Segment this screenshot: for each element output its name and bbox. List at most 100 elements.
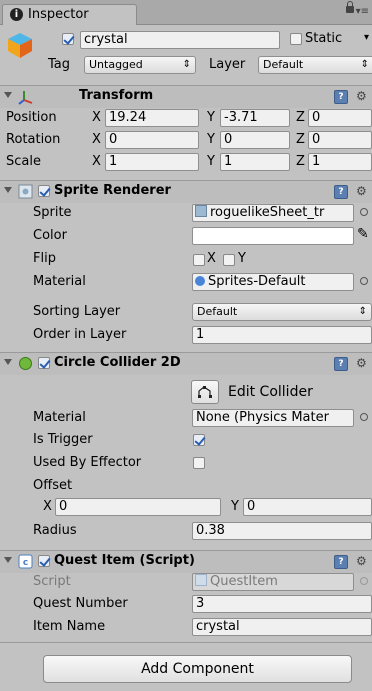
collider-material-label: Material <box>33 410 86 425</box>
svg-text:c: c <box>23 558 28 568</box>
circle-collider-enabled-checkbox[interactable] <box>38 357 50 369</box>
material-label: Material <box>33 274 86 289</box>
help-icon[interactable]: ? <box>334 185 348 199</box>
gameobject-header: crystal Static ▾ Tag Untagged ⇕ Layer Def… <box>0 25 372 85</box>
flip-label: Flip <box>33 251 56 266</box>
gear-icon[interactable]: ⚙ <box>356 184 367 198</box>
radius-field[interactable]: 0.38 <box>192 522 372 540</box>
gameobject-name-field[interactable]: crystal <box>80 31 280 49</box>
position-z-axis: Z <box>296 110 305 125</box>
sorting-layer-label: Sorting Layer <box>33 304 121 319</box>
layer-dropdown[interactable]: Default ⇕ <box>258 56 372 74</box>
transform-title: Transform <box>79 88 154 103</box>
sprite-renderer-body: Sprite roguelikeSheet_tr Color ✎ Flip X … <box>0 203 372 348</box>
quest-item-body: Script QuestItem Quest Number 3 Item Nam… <box>0 573 372 643</box>
script-icon: c <box>18 554 33 569</box>
color-field[interactable] <box>192 227 354 245</box>
collider-material-field[interactable]: None (Physics Mater <box>192 409 354 427</box>
lock-icon[interactable] <box>346 1 354 13</box>
sprite-renderer-header[interactable]: Sprite Renderer ? ⚙ <box>0 180 372 203</box>
sprite-renderer-title: Sprite Renderer <box>54 183 171 198</box>
rotation-x-field[interactable]: 0 <box>105 131 199 149</box>
quest-item-header[interactable]: c Quest Item (Script) ? ⚙ <box>0 550 372 573</box>
chevron-updown-icon: ⇕ <box>182 59 191 70</box>
flip-x-checkbox[interactable] <box>193 254 205 266</box>
material-field[interactable]: Sprites-Default <box>192 273 354 291</box>
gear-icon[interactable]: ⚙ <box>356 554 367 568</box>
static-dropdown-arrow-icon[interactable]: ▾ <box>364 32 369 43</box>
object-picker-icon[interactable] <box>360 208 368 216</box>
is-trigger-checkbox[interactable] <box>193 434 205 446</box>
tag-dropdown[interactable]: Untagged ⇕ <box>84 56 196 74</box>
help-icon[interactable]: ? <box>334 357 348 371</box>
position-x-axis: X <box>92 110 101 125</box>
offset-y-axis: Y <box>231 499 239 514</box>
script-value: QuestItem <box>210 574 278 589</box>
circle-collider-header[interactable]: Circle Collider 2D ? ⚙ <box>0 352 372 375</box>
object-picker-icon[interactable] <box>360 277 368 285</box>
sorting-layer-dropdown[interactable]: Default ⇕ <box>192 303 372 321</box>
flip-y-checkbox[interactable] <box>223 254 235 266</box>
rotation-z-field[interactable]: 0 <box>308 131 372 149</box>
foldout-arrow-icon[interactable] <box>4 557 12 563</box>
material-sphere-icon <box>195 276 205 286</box>
object-picker-icon[interactable] <box>360 413 368 421</box>
transform-header[interactable]: Transform ? ⚙ <box>0 85 372 108</box>
position-z-field[interactable]: 0 <box>308 109 372 127</box>
chevron-updown-icon: ⇕ <box>358 306 367 317</box>
scale-x-field[interactable]: 1 <box>105 153 199 171</box>
menu-icon[interactable]: ▾≡ <box>356 6 369 17</box>
is-trigger-label: Is Trigger <box>33 432 93 447</box>
foldout-arrow-icon[interactable] <box>4 187 12 193</box>
foldout-arrow-icon[interactable] <box>4 92 12 98</box>
color-label: Color <box>33 228 67 243</box>
quest-item-title: Quest Item (Script) <box>54 553 195 568</box>
active-checkbox[interactable] <box>62 33 74 45</box>
quest-number-field[interactable]: 3 <box>192 595 372 613</box>
rotation-y-field[interactable]: 0 <box>220 131 290 149</box>
add-component-button[interactable]: Add Component <box>43 655 352 683</box>
edit-collider-button[interactable] <box>191 380 219 404</box>
scale-y-field[interactable]: 1 <box>220 153 290 171</box>
circle-collider-body: Material None (Physics Mater Is Trigger … <box>0 408 372 544</box>
used-by-effector-checkbox[interactable] <box>193 457 205 469</box>
transform-axes-icon <box>18 91 33 105</box>
item-name-field[interactable]: crystal <box>192 618 372 636</box>
rotation-z-axis: Z <box>296 132 305 147</box>
layer-label: Layer <box>209 57 246 72</box>
scale-z-axis: Z <box>296 154 305 169</box>
object-picker-icon <box>360 577 368 585</box>
sprite-label: Sprite <box>33 205 72 220</box>
edit-collider-icon <box>198 386 212 398</box>
sprite-value: roguelikeSheet_tr <box>210 205 325 220</box>
quest-item-enabled-checkbox[interactable] <box>38 555 50 567</box>
help-icon[interactable]: ? <box>334 90 348 104</box>
offset-x-field[interactable]: 0 <box>55 498 221 516</box>
gear-icon[interactable]: ⚙ <box>356 89 367 103</box>
static-checkbox[interactable] <box>290 33 302 45</box>
position-y-field[interactable]: -3.71 <box>220 109 290 127</box>
chevron-updown-icon: ⇕ <box>360 59 369 70</box>
help-icon[interactable]: ? <box>334 555 348 569</box>
tab-inspector[interactable]: i Inspector <box>2 4 137 25</box>
transform-body: Position X 19.24 Y -3.71 Z 0 Rotation X … <box>0 108 372 180</box>
tab-inspector-label: Inspector <box>28 7 89 22</box>
order-in-layer-label: Order in Layer <box>33 327 127 342</box>
offset-y-field[interactable]: 0 <box>243 498 372 516</box>
position-y-axis: Y <box>207 110 215 125</box>
material-value: Sprites-Default <box>208 274 306 289</box>
layer-value: Default <box>263 58 304 71</box>
offset-x-axis: X <box>43 499 52 514</box>
eyedropper-icon[interactable]: ✎ <box>357 226 369 242</box>
scale-y-axis: Y <box>207 154 215 169</box>
gear-icon[interactable]: ⚙ <box>356 356 367 370</box>
foldout-arrow-icon[interactable] <box>4 359 12 365</box>
scale-z-field[interactable]: 1 <box>308 153 372 171</box>
circle-collider-title: Circle Collider 2D <box>54 355 181 370</box>
script-asset-icon <box>195 574 207 586</box>
position-label: Position <box>6 110 57 125</box>
sprite-field[interactable]: roguelikeSheet_tr <box>192 204 354 222</box>
position-x-field[interactable]: 19.24 <box>105 109 199 127</box>
order-in-layer-field[interactable]: 1 <box>192 326 372 344</box>
sprite-renderer-enabled-checkbox[interactable] <box>38 185 50 197</box>
